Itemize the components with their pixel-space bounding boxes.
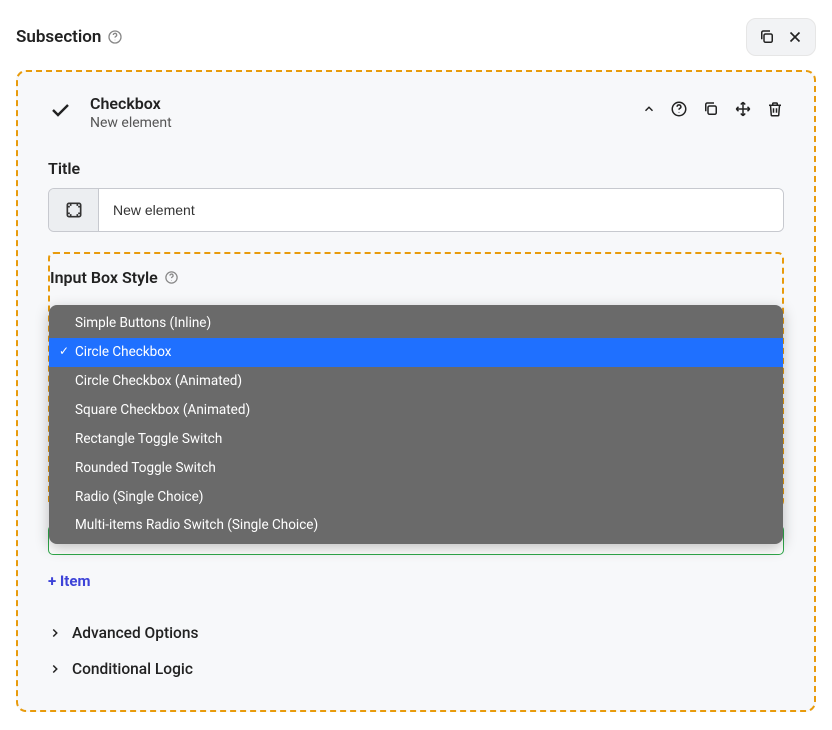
element-title-block: Checkbox New element: [90, 94, 172, 131]
page-header-left: Subsection: [16, 27, 123, 47]
input-style-select[interactable]: Simple Buttons (Inline)Circle CheckboxCi…: [49, 305, 783, 505]
element-subtitle: New element: [90, 115, 172, 131]
input-style-label: Input Box Style: [50, 268, 782, 295]
duplicate-page-icon[interactable]: [755, 25, 779, 49]
element-header-left: Checkbox New element: [48, 94, 172, 131]
duplicate-icon[interactable]: [702, 100, 720, 118]
dropdown-option[interactable]: Multi-items Radio Switch (Single Choice): [49, 511, 783, 540]
add-item-button[interactable]: + Item: [48, 572, 90, 590]
advanced-options-label: Advanced Options: [72, 624, 198, 642]
dropdown-option[interactable]: Circle Checkbox (Animated): [49, 367, 783, 396]
element-actions: [642, 100, 784, 118]
checkmark-icon: [48, 98, 72, 122]
element-card: Checkbox New element Title: [16, 70, 816, 712]
input-style-dropdown: Simple Buttons (Inline)Circle CheckboxCi…: [49, 305, 783, 544]
element-header: Checkbox New element: [48, 94, 784, 131]
input-style-block: Input Box Style Simple Buttons (Inline)C…: [48, 252, 784, 507]
dropdown-option[interactable]: Rounded Toggle Switch: [49, 454, 783, 483]
dropdown-option[interactable]: Simple Buttons (Inline): [49, 309, 783, 338]
title-input-row: [48, 188, 784, 232]
move-icon[interactable]: [734, 100, 752, 118]
media-picker-button[interactable]: [49, 189, 99, 231]
element-type: Checkbox: [90, 94, 172, 113]
help-icon[interactable]: [670, 100, 688, 118]
conditional-logic-label: Conditional Logic: [72, 660, 193, 678]
advanced-options-toggle[interactable]: Advanced Options: [48, 624, 784, 642]
page-header-actions: [746, 18, 816, 56]
page-title: Subsection: [16, 27, 101, 47]
dropdown-option[interactable]: Radio (Single Choice): [49, 483, 783, 512]
title-label: Title: [48, 159, 784, 178]
help-icon[interactable]: [107, 29, 123, 45]
help-icon[interactable]: [164, 270, 179, 285]
chevron-right-icon: [48, 626, 62, 640]
chevron-right-icon: [48, 662, 62, 676]
title-input[interactable]: [99, 189, 783, 231]
page-header: Subsection: [16, 18, 816, 56]
conditional-logic-toggle[interactable]: Conditional Logic: [48, 660, 784, 678]
dropdown-option[interactable]: Square Checkbox (Animated): [49, 396, 783, 425]
dropdown-option[interactable]: Circle Checkbox: [49, 338, 783, 367]
collapse-icon[interactable]: [642, 102, 656, 116]
close-icon[interactable]: [783, 25, 807, 49]
dropdown-option[interactable]: Rectangle Toggle Switch: [49, 425, 783, 454]
input-style-label-text: Input Box Style: [50, 268, 158, 287]
delete-icon[interactable]: [766, 100, 784, 118]
